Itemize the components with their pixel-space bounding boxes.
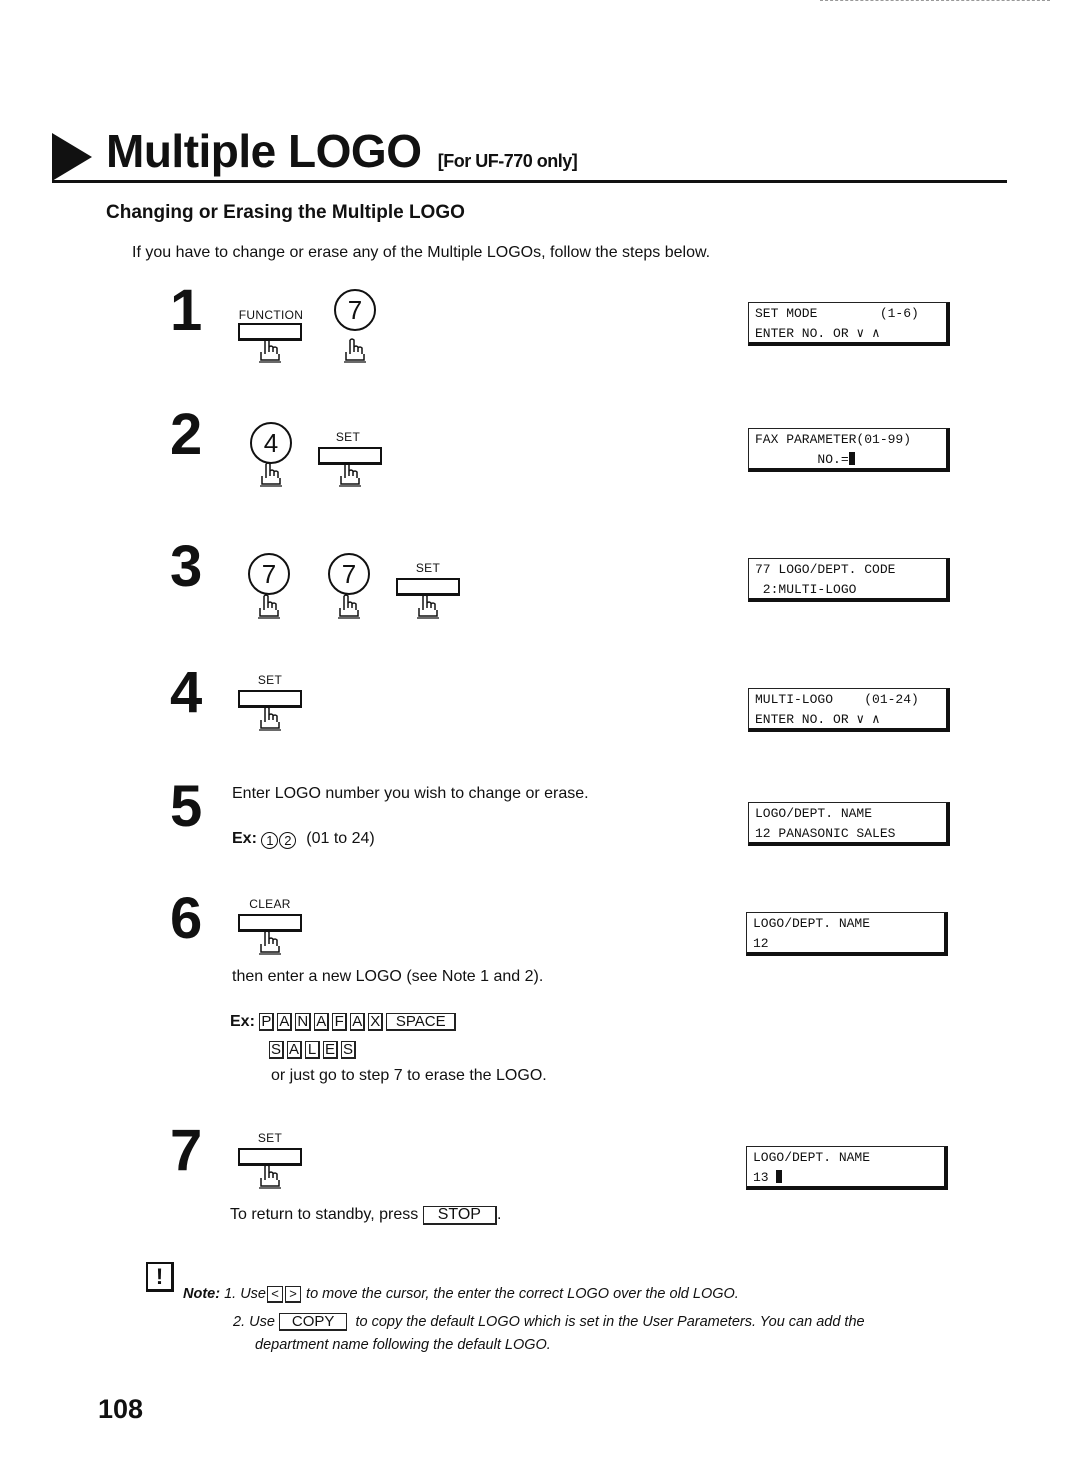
note-item-2: 2. Use COPY to copy the default LOGO whic… [233, 1313, 865, 1331]
step-6-example: Ex: P A N A F A X SPACE [230, 1013, 459, 1031]
copy-key: COPY [278, 1313, 348, 1331]
lcd-line-2: 12 [753, 936, 769, 951]
circled-digit-key: 2 [279, 832, 297, 849]
press-finger-icon [258, 706, 282, 731]
example-label: Ex: [230, 1013, 255, 1030]
lcd-display-step-4: MULTI-LOGO (01-24) ENTER NO. OR ∨ ∧ [748, 688, 950, 732]
char-key: F [332, 1013, 348, 1031]
press-finger-icon [258, 338, 282, 363]
scan-artifact-rule [820, 0, 1050, 2]
step-number: 4 [170, 660, 203, 725]
example-range: (01 to 24) [306, 830, 375, 847]
step-number: 7 [170, 1118, 203, 1183]
digit-key-7[interactable]: 7 [328, 553, 370, 595]
step-6-example-line-2: SALES [269, 1041, 359, 1059]
lcd-cursor [848, 452, 855, 465]
section-heading: Changing or Erasing the Multiple LOGO [106, 202, 465, 223]
period: . [496, 1206, 502, 1223]
digit-key-7[interactable]: 7 [334, 289, 376, 331]
intro-text: If you have to change or erase any of th… [132, 244, 711, 261]
char-key: S [341, 1041, 357, 1059]
char-key: S [269, 1041, 285, 1059]
step-7-instruction: To return to standby, press STOP. [230, 1206, 501, 1225]
step-number: 1 [170, 278, 203, 343]
char-key: A [277, 1013, 293, 1031]
lcd-line-1: FAX PARAMETER(01-99) [755, 432, 912, 447]
char-key: X [368, 1013, 384, 1031]
press-finger-icon [258, 1164, 282, 1189]
lcd-line-1: LOGO/DEPT. NAME [753, 1150, 871, 1165]
function-key-label: FUNCTION [238, 308, 304, 322]
lcd-line-2: 12 PANASONIC SALES [755, 826, 896, 841]
standby-text: To return to standby, press [230, 1206, 419, 1223]
press-finger-icon [257, 594, 281, 619]
circled-digit-key: 1 [261, 832, 279, 849]
char-key: P [259, 1013, 275, 1031]
lcd-line-2: ENTER NO. OR ∨ ∧ [755, 326, 880, 341]
title-subtitle: [For UF-770 only] [437, 151, 578, 171]
set-key-label: SET [257, 1131, 283, 1145]
title-arrow-icon [52, 133, 92, 181]
space-key: SPACE [386, 1013, 457, 1031]
title-text: Multiple LOGO [106, 125, 422, 177]
lcd-line-1: MULTI-LOGO (01-24) [755, 692, 919, 707]
lcd-line-1: 77 LOGO/DEPT. CODE [755, 562, 896, 577]
lcd-display-step-2: FAX PARAMETER(01-99) NO.= [748, 428, 950, 472]
stop-key[interactable]: STOP [422, 1206, 497, 1225]
note-item-2-continued: department name following the default LO… [255, 1337, 551, 1353]
lcd-cursor [776, 1170, 783, 1183]
title-divider [52, 180, 1007, 183]
lcd-display-step-6: LOGO/DEPT. NAME 12 [746, 912, 948, 956]
cursor-left-key: < [267, 1286, 284, 1303]
set-key-label: SET [415, 561, 441, 575]
exclamation-icon: ! [146, 1262, 174, 1292]
char-key: A [314, 1013, 330, 1031]
lcd-line-1: LOGO/DEPT. NAME [755, 806, 873, 821]
press-finger-icon [416, 594, 440, 619]
step-number: 5 [170, 774, 203, 839]
note-prefix: 1. Use [224, 1286, 267, 1302]
digit-key-4[interactable]: 4 [250, 422, 292, 464]
lcd-line-1: LOGO/DEPT. NAME [753, 916, 871, 931]
step-number: 6 [170, 886, 203, 951]
clear-key-label: CLEAR [249, 897, 291, 911]
digit-key-7[interactable]: 7 [248, 553, 290, 595]
step-number: 2 [170, 402, 203, 467]
cursor-right-key: > [285, 1286, 302, 1303]
lcd-line-2: ENTER NO. OR ∨ ∧ [755, 712, 880, 727]
note-prefix: 2. Use [233, 1314, 275, 1330]
step-5-example: Ex: 12 (01 to 24) [232, 830, 375, 849]
note-item-1: Note: 1. Use < > to move the cursor, the e… [183, 1286, 739, 1303]
note-text: to copy the default LOGO which is set in… [355, 1314, 865, 1330]
char-key: N [295, 1013, 312, 1031]
press-finger-icon [259, 462, 283, 487]
lcd-line-2: 13 [753, 1170, 777, 1185]
lcd-display-step-7: LOGO/DEPT. NAME 13 [746, 1146, 948, 1190]
press-finger-icon [343, 338, 367, 363]
note-label: Note: [183, 1286, 221, 1302]
char-key: A [287, 1041, 303, 1059]
step-6-erase-note: or just go to step 7 to erase the LOGO. [271, 1067, 547, 1084]
set-key-label: SET [335, 430, 361, 444]
example-label: Ex: [232, 830, 257, 847]
set-key-label: SET [257, 673, 283, 687]
lcd-display-step-1: SET MODE (1-6) ENTER NO. OR ∨ ∧ [748, 302, 950, 346]
lcd-line-2: 2:MULTI-LOGO [755, 582, 857, 597]
press-finger-icon [258, 930, 282, 955]
lcd-display-step-3: 77 LOGO/DEPT. CODE 2:MULTI-LOGO [748, 558, 950, 602]
char-key: E [323, 1041, 339, 1059]
char-key: A [350, 1013, 366, 1031]
lcd-line-1: SET MODE (1-6) [755, 306, 919, 321]
press-finger-icon [338, 462, 362, 487]
step-6-instruction: then enter a new LOGO (see Note 1 and 2)… [232, 968, 544, 985]
step-number: 3 [170, 534, 203, 599]
page-title: Multiple LOGO [For UF-770 only] [106, 124, 578, 178]
press-finger-icon [337, 594, 361, 619]
lcd-line-2: NO.= [755, 452, 849, 467]
step-5-instruction: Enter LOGO number you wish to change or … [232, 785, 589, 802]
note-text: to move the cursor, the enter the correc… [306, 1286, 739, 1302]
lcd-display-step-5: LOGO/DEPT. NAME 12 PANASONIC SALES [748, 802, 950, 846]
page-number: 108 [98, 1394, 144, 1424]
char-key: L [305, 1041, 321, 1059]
